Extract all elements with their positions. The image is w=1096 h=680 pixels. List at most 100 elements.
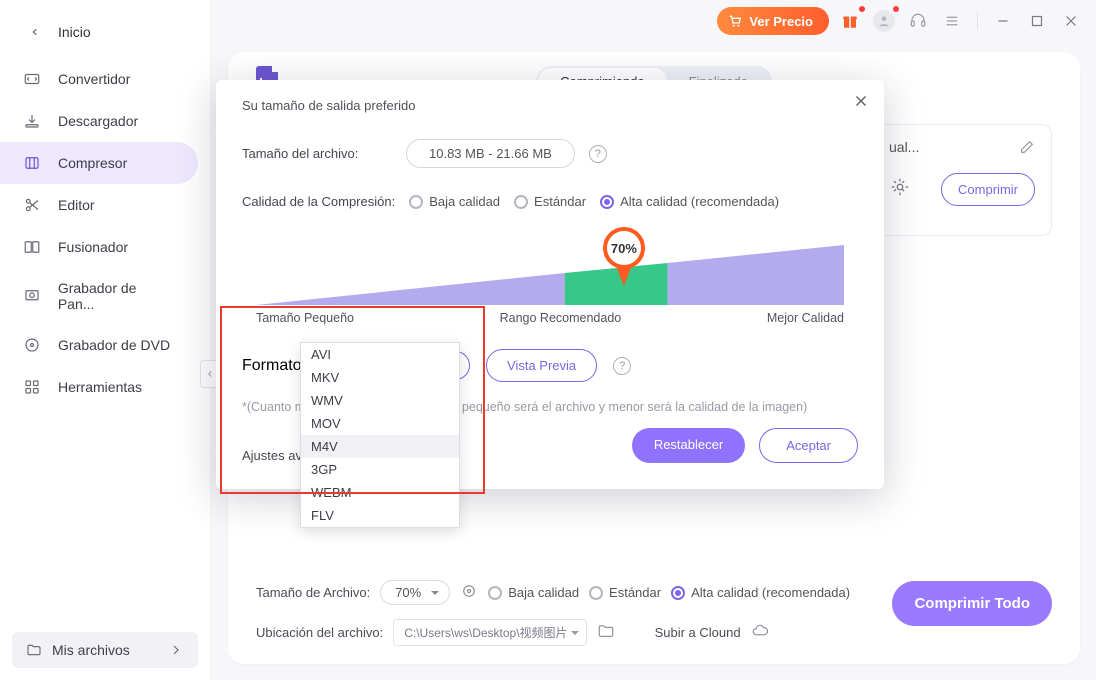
filesize-select[interactable]: 70% [380,580,450,605]
nav-grabador-dvd[interactable]: Grabador de DVD [0,324,198,366]
output-card-action-row: Comprimir [889,173,1035,206]
quality-std-label: Estándar [534,194,586,209]
quality-label: Calidad de la Compresión: [242,194,395,209]
gift-button[interactable] [837,8,863,34]
quality-std[interactable]: Estándar [514,194,586,209]
format-option-flv[interactable]: FLV [301,504,459,527]
nav-grabador-pantalla[interactable]: Grabador de Pan... [0,268,198,324]
help-icon[interactable]: ? [589,145,607,163]
headset-icon [909,12,927,30]
support-button[interactable] [905,8,931,34]
screen-rec-icon [23,287,41,305]
nav-label: Fusionador [58,239,128,255]
quality-low[interactable]: Baja calidad [409,194,500,209]
modal-title: Su tamaño de salida preferido [242,98,858,113]
folder-icon [26,642,42,658]
compress-all-button[interactable]: Comprimir Todo [892,581,1052,626]
accept-button[interactable]: Aceptar [759,428,858,463]
user-icon [877,14,891,28]
open-folder-button[interactable] [597,622,615,643]
reset-button[interactable]: Restablecer [632,428,745,463]
nav-label: Herramientas [58,379,142,395]
nav-editor[interactable]: Editor [0,184,198,226]
cloud-button[interactable] [751,622,769,643]
edit-icon[interactable] [1019,139,1035,155]
titlebar: Ver Precio [717,0,1096,42]
account-button[interactable] [871,8,897,34]
nav-label: Grabador de DVD [58,337,170,353]
home-label: Inicio [58,24,91,40]
legend-best: Mejor Calidad [767,311,844,325]
cart-icon [727,13,743,29]
filesize-label: Tamaño del archivo: [242,146,392,161]
chevron-right-icon [168,642,184,658]
quality-low[interactable]: Baja calidad [488,585,579,600]
legend-recommended: Rango Recomendado [500,311,622,325]
highlight-box [220,306,485,494]
minimize-icon [994,12,1012,30]
nav-fusionador[interactable]: Fusionador [0,226,198,268]
close-icon [1062,12,1080,30]
price-label: Ver Precio [749,14,813,29]
disc-icon [23,336,41,354]
close-icon [852,92,870,110]
output-card-title-row: ual... [889,139,1035,155]
menu-button[interactable] [939,8,965,34]
cloud-label: Subir a Clound [655,625,741,640]
nav-convertidor[interactable]: Convertidor [0,58,198,100]
tools-icon [23,378,41,396]
nav-compresor[interactable]: Compresor [0,142,198,184]
close-window-button[interactable] [1058,8,1084,34]
nav-herramientas[interactable]: Herramientas [0,366,198,408]
filesize-value[interactable]: 10.83 MB - 21.66 MB [406,139,575,168]
nav: Convertidor Descargador Compresor Editor… [0,58,210,620]
slider-value: 70% [611,241,637,256]
mis-archivos-button[interactable]: Mis archivos [12,632,198,668]
quality-slider[interactable]: 70% [256,231,844,305]
menu-icon [943,12,961,30]
chevron-left-icon [205,369,215,379]
reset-size-button[interactable] [460,582,478,603]
merge-icon [23,238,41,256]
gear-icon [889,176,911,198]
price-button[interactable]: Ver Precio [717,7,829,35]
sidebar: Inicio Convertidor Descargador Compresor… [0,0,210,680]
quality-low-label: Baja calidad [429,194,500,209]
quality-high-label: Alta calidad (recomendada) [691,585,850,600]
nav-label: Convertidor [58,71,130,87]
scissors-icon [23,196,41,214]
convert-icon [23,70,41,88]
quality-high-label: Alta calidad (recomendada) [620,194,779,209]
quality-high[interactable]: Alta calidad (recomendada) [600,194,779,209]
chevron-left-icon [30,26,40,38]
back-home[interactable]: Inicio [0,14,210,58]
compress-button[interactable]: Comprimir [941,173,1035,206]
mis-archivos-label: Mis archivos [52,642,130,658]
wedge-graph [256,245,844,305]
quality-low-label: Baja calidad [508,585,579,600]
target-icon [460,582,478,600]
filesize-label: Tamaño de Archivo: [256,585,370,600]
modal-actions: Restablecer Aceptar [632,428,858,463]
settings-button[interactable] [889,176,911,203]
quality-std[interactable]: Estándar [589,585,661,600]
quality-high[interactable]: Alta calidad (recomendada) [671,585,850,600]
output-card-title: ual... [889,139,919,155]
modal-close[interactable] [852,92,870,115]
nav-label: Descargador [58,113,138,129]
help-icon[interactable]: ? [613,357,631,375]
nav-descargador[interactable]: Descargador [0,100,198,142]
download-icon [23,112,41,130]
nav-label: Grabador de Pan... [58,280,176,312]
gift-icon [841,12,859,30]
location-field[interactable]: C:\Users\ws\Desktop\视频图片 [393,619,586,646]
maximize-button[interactable] [1024,8,1050,34]
slider-handle[interactable]: 70% [603,227,645,269]
preview-button[interactable]: Vista Previa [486,349,597,382]
location-label: Ubicación del archivo: [256,625,383,640]
output-card: ual... Comprimir [872,124,1052,236]
minimize-button[interactable] [990,8,1016,34]
nav-label: Compresor [58,155,127,171]
folder-icon [597,622,615,640]
divider [977,12,978,30]
